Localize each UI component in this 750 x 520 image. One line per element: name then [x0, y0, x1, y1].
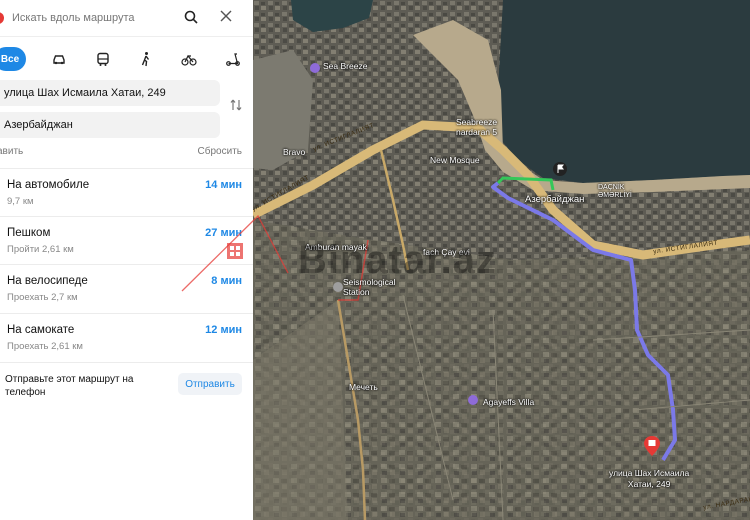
poi-sea-breeze[interactable]: Sea Breeze [323, 61, 367, 71]
search-input[interactable]: Искать вдоль маршрута [12, 12, 135, 24]
swap-icon[interactable] [229, 98, 243, 112]
route-from-field[interactable]: улица Шах Исмаила Хатаи, 249 [0, 80, 220, 106]
route-option-car[interactable]: На автомобиле 9,7 км 14 мин [0, 168, 253, 217]
reset-button[interactable]: Сбросить [198, 146, 242, 157]
watermark: Binatar.az [298, 238, 497, 283]
route-time: 14 мин [205, 179, 242, 191]
route-distance: Пройти 2,61 км [7, 244, 74, 255]
scooter-icon[interactable] [225, 51, 241, 67]
route-options-label[interactable]: авить [0, 146, 23, 157]
route-distance: 9,7 км [7, 196, 34, 207]
search-icon[interactable] [184, 10, 198, 24]
route-name: На автомобиле [7, 179, 90, 191]
poi-new-mosque[interactable]: New Mosque [430, 155, 480, 165]
poi-icon [310, 63, 320, 73]
route-name: На велосипеде [7, 275, 88, 287]
close-icon[interactable] [220, 10, 232, 22]
poi-seabreeze-nardaran[interactable]: Seabreeze nardaran 5 [456, 117, 516, 137]
route-distance: Проехать 2,61 км [7, 341, 83, 352]
flag-icon[interactable] [553, 162, 567, 178]
route-search-bar[interactable]: Искать вдоль маршрута [0, 0, 253, 37]
route-name: Пешком [7, 227, 51, 239]
watermark-logo [181, 214, 289, 292]
poi-agayeffs-villa[interactable]: Agayeffs Villa [483, 397, 534, 407]
route-time: 12 мин [205, 324, 242, 336]
send-to-phone-block: Отправьте этот маршрут на телефон Отправ… [0, 362, 253, 411]
route-name: На самокате [7, 324, 75, 336]
watermark-text: Binatar.az [298, 238, 497, 282]
mode-all-button[interactable]: Все [0, 47, 26, 71]
bicycle-icon[interactable] [181, 51, 197, 67]
destination-pin-icon[interactable] [644, 436, 660, 456]
car-icon[interactable] [51, 51, 67, 67]
satellite-map[interactable]: ул. ИСТИГЛАЛИЯТ ул. ИСТИГЛАЛИЯТ ул. ИСТИ… [253, 0, 750, 520]
poi-icon [468, 395, 478, 405]
send-to-phone-text: Отправьте этот маршрут на телефон [5, 374, 134, 398]
poi-mechet[interactable]: Мечеть [349, 382, 378, 392]
poi-icon [333, 282, 343, 292]
transport-modes: Все [0, 45, 253, 71]
pedestrian-icon[interactable] [138, 51, 154, 67]
poi-bravo[interactable]: Bravo [283, 147, 305, 157]
route-distance: Проехать 2,7 км [7, 292, 78, 303]
route-to-field[interactable]: Азербайджан [0, 112, 220, 138]
send-button[interactable]: Отправить [178, 373, 242, 395]
poi-azerbaijan[interactable]: Азербайджан [525, 194, 584, 205]
route-option-scooter[interactable]: На самокате Проехать 2,61 км 12 мин [0, 313, 253, 362]
bus-icon[interactable] [95, 51, 111, 67]
point-marker-icon [0, 12, 4, 24]
poi-dacnik[interactable]: DAÇNİK ƏMƏRLİYİ [598, 184, 632, 200]
destination-label[interactable]: улица Шах Исмаила Хатаи, 249 [609, 468, 689, 490]
